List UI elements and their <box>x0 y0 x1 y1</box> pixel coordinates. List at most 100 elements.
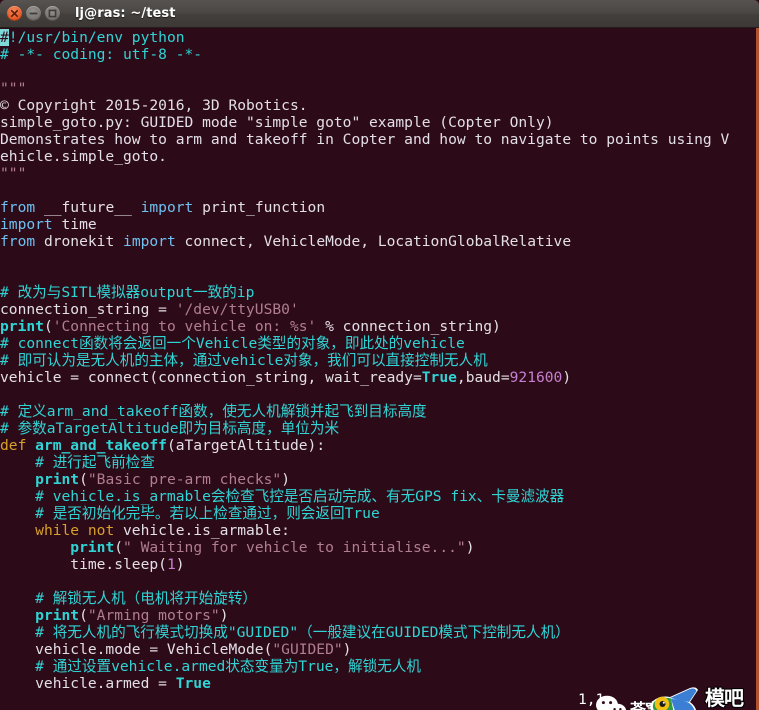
code-token: dronekit <box>35 233 124 250</box>
close-icon <box>10 9 19 18</box>
code-token: ) <box>465 539 475 556</box>
code-token: # 即可认为是无人机的主体，通过vehicle对象，我们可以直接控制无人机 <box>0 352 488 369</box>
code-token: # 定义arm_and_takeoff函数，使无人机解锁并起飞到目标高度 <box>0 403 427 420</box>
code-token: print <box>0 318 44 335</box>
code-token: True <box>175 675 211 692</box>
code-token: ,baud= <box>456 369 510 386</box>
code-token: connect, VehicleMode, LocationGlobalRela… <box>175 233 572 250</box>
code-token: print <box>35 607 80 624</box>
code-token: # 参数aTargetAltitude即为目标高度，单位为米 <box>0 420 340 437</box>
code-token: # <box>0 29 9 46</box>
terminal-content[interactable]: #!/usr/bin/env python # -*- coding: utf-8… <box>0 28 759 710</box>
minimize-button[interactable] <box>26 6 41 21</box>
minimize-icon <box>29 12 38 15</box>
code-line: simple_goto.py: GUIDED mode "simple goto… <box>0 114 756 131</box>
code-token: # 通过设置vehicle.armed状态变量为True，解锁无人机 <box>0 658 421 675</box>
code-token: connection_string = <box>0 301 176 318</box>
code-editor-text[interactable]: #!/usr/bin/env python # -*- coding: utf-8… <box>0 29 756 692</box>
code-token: from <box>0 199 36 216</box>
code-line: from dronekit import connect, VehicleMod… <box>0 233 756 250</box>
code-line: # 参数aTargetAltitude即为目标高度，单位为米 <box>0 420 756 437</box>
code-token: ( <box>79 607 88 624</box>
code-line: ehicle.simple_goto. <box>0 148 756 165</box>
code-line: #!/usr/bin/env python <box>0 29 756 46</box>
code-line: # 即可认为是无人机的主体，通过vehicle对象，我们可以直接控制无人机 <box>0 352 756 369</box>
code-line: # 将无人机的飞行模式切换成"GUIDED"（一般建议在GUIDED模式下控制无… <box>0 624 756 641</box>
code-line: while not vehicle.is_armable: <box>0 522 756 539</box>
code-line: import time <box>0 216 756 233</box>
code-token: ( <box>79 471 88 488</box>
code-token: !/usr/bin/env python <box>8 29 185 46</box>
code-line: # 通过设置vehicle.armed状态变量为True，解锁无人机 <box>0 658 756 675</box>
code-token: # connect函数将会返回一个Vehicle类型的对象，即此处的vehicl… <box>0 335 465 352</box>
code-line: # 进行起飞前检查 <box>0 454 756 471</box>
maximize-button[interactable] <box>45 6 60 21</box>
code-line: # connect函数将会返回一个Vehicle类型的对象，即此处的vehicl… <box>0 335 756 352</box>
code-line: time.sleep(1) <box>0 556 756 573</box>
code-token: Demonstrates how to arm and takeoff in C… <box>0 131 730 148</box>
code-line: # 定义arm_and_takeoff函数，使无人机解锁并起飞到目标高度 <box>0 403 756 420</box>
code-token: # 进行起飞前检查 <box>0 454 155 471</box>
code-line: vehicle.armed = True <box>0 675 756 692</box>
code-token: print_function <box>193 199 326 216</box>
code-line: # 改为与SITL模拟器output一致的ip <box>0 284 756 301</box>
code-token: time <box>52 216 97 233</box>
code-token: 921600 <box>509 369 563 386</box>
code-token: simple_goto.py: GUIDED mode "simple goto… <box>0 114 554 131</box>
code-token: ) <box>175 556 185 573</box>
code-line: """ <box>0 165 756 182</box>
code-token: print <box>70 539 115 556</box>
code-token: arm_and_takeoff <box>35 437 167 454</box>
close-button[interactable] <box>7 6 22 21</box>
code-token: vehicle.is_armable: <box>114 522 290 539</box>
code-token: import <box>0 216 53 233</box>
vim-cursor-position: 1,1 <box>578 691 605 708</box>
code-line: # 是否初始化完毕。若以上检查通过，则会返回True <box>0 505 756 522</box>
code-token: ( <box>114 539 124 556</box>
watermark-brand-text: 苍穹 <box>630 700 661 710</box>
code-line: print("Arming motors") <box>0 607 756 624</box>
code-line: vehicle.mode = VehicleMode("GUIDED") <box>0 641 756 658</box>
code-token: """ <box>0 165 27 182</box>
code-line: vehicle = connect(connection_string, wai… <box>0 369 756 386</box>
code-token: % connection_string) <box>316 318 501 335</box>
code-token: "GUIDED" <box>272 641 343 658</box>
code-token: 'Connecting to vehicle on: %s' <box>52 318 317 335</box>
code-token: ) <box>562 369 572 386</box>
code-token: # 解锁无人机（电机将开始旋转） <box>0 590 258 607</box>
code-token: time.sleep( <box>0 556 167 573</box>
code-token: © Copyright 2015-2016, 3D Robotics. <box>0 97 308 114</box>
code-token: (aTargetAltitude): <box>166 437 326 454</box>
code-token: # -*- coding: utf-8 -*- <box>0 46 203 63</box>
window-titlebar: lj@ras: ~/test <box>0 0 759 28</box>
code-token: """ <box>0 80 27 97</box>
code-line: def arm_and_takeoff(aTargetAltitude): <box>0 437 756 454</box>
code-token: def <box>0 437 27 454</box>
code-line: # vehicle.is_armable会检查飞控是否启动完成、有无GPS fi… <box>0 488 756 505</box>
code-token: __future__ <box>35 199 141 216</box>
code-token: ehicle.simple_goto. <box>0 148 167 165</box>
code-line: # 解锁无人机（电机将开始旋转） <box>0 590 756 607</box>
code-token: # 是否初始化完毕。若以上检查通过，则会返回True <box>0 505 380 522</box>
code-token: ( <box>43 318 53 335</box>
code-token: print <box>35 471 80 488</box>
code-line: print("Basic pre-arm checks") <box>0 471 756 488</box>
code-token: vehicle.mode = VehicleMode( <box>0 641 273 658</box>
code-token: "Arming motors" <box>87 607 220 624</box>
code-token: while not <box>35 522 115 539</box>
code-line: © Copyright 2015-2016, 3D Robotics. <box>0 97 756 114</box>
code-line: print(" Waiting for vehicle to initialis… <box>0 539 756 556</box>
code-token: # 改为与SITL模拟器output一致的ip <box>0 284 255 301</box>
code-token: vehicle = connect(connection_string, wai… <box>0 369 422 386</box>
code-token: '/dev/ttyUSB0' <box>175 301 299 318</box>
window-title: lj@ras: ~/test <box>75 6 176 21</box>
code-token: " Waiting for vehicle to initialise..." <box>123 539 466 556</box>
